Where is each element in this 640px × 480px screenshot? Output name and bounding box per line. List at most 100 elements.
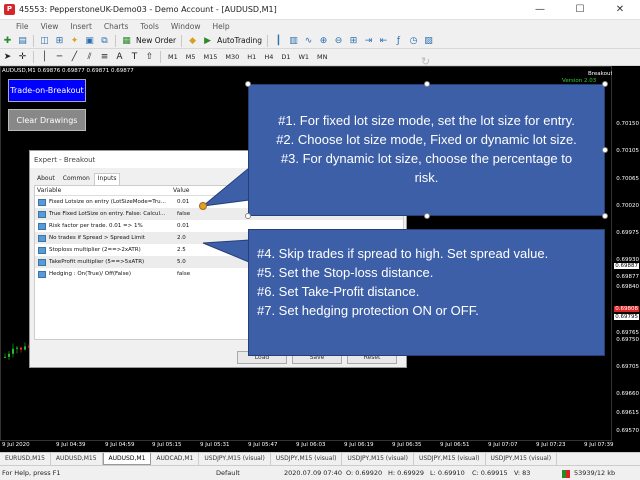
- timeframe-d1[interactable]: D1: [277, 53, 294, 61]
- chart-shift-icon[interactable]: ⇤: [377, 34, 390, 47]
- variable-value[interactable]: 2.5: [174, 247, 186, 253]
- periods-icon[interactable]: ◷: [407, 34, 420, 47]
- timeframe-h1[interactable]: H1: [243, 53, 260, 61]
- timeframe-m1[interactable]: M1: [164, 53, 182, 61]
- line-chart-icon[interactable]: ∿: [302, 34, 315, 47]
- chart-tab-active[interactable]: AUDUSD,M1: [102, 453, 152, 465]
- variable-value[interactable]: 5.0: [174, 259, 186, 265]
- chart-tab[interactable]: EURUSD,M15: [0, 453, 51, 465]
- metaeditor-icon[interactable]: ◆: [186, 34, 199, 47]
- menu-help[interactable]: Help: [206, 22, 235, 31]
- channel-icon[interactable]: ⫽: [83, 51, 96, 64]
- close-button[interactable]: ✕: [600, 0, 640, 20]
- timeframe-h4[interactable]: H4: [260, 53, 277, 61]
- chart-tab[interactable]: USDJPY,M15 (visual): [486, 453, 558, 465]
- timeframe-m30[interactable]: M30: [221, 53, 243, 61]
- status-profile: Default: [216, 469, 240, 477]
- indicators-icon[interactable]: ƒ: [392, 34, 405, 47]
- strategy-tester-icon[interactable]: ⧉: [98, 34, 111, 47]
- variable-value[interactable]: false: [174, 211, 190, 217]
- variable-value[interactable]: 2.0: [174, 235, 186, 241]
- price-axis[interactable]: 0.70150 0.70105 0.70065 0.70020 0.69975 …: [612, 66, 640, 441]
- market-watch-icon[interactable]: ◫: [38, 34, 51, 47]
- profiles-icon[interactable]: ▤: [16, 34, 29, 47]
- label-icon[interactable]: T: [128, 51, 141, 64]
- status-traffic: 53939/12 kb: [574, 469, 616, 477]
- chart-tab[interactable]: USDJPY,M15 (visual): [342, 453, 414, 465]
- status-volume: V: 83: [514, 469, 531, 477]
- text-icon[interactable]: A: [113, 51, 126, 64]
- chart-tabs: EURUSD,M15 AUDUSD,M15 AUDUSD,M1 AUDCAD,M…: [0, 452, 640, 465]
- resize-handle[interactable]: [424, 213, 430, 219]
- price-tick: 0.69750: [616, 337, 639, 343]
- callout-line: #3. For dynamic lot size, choose the per…: [280, 151, 573, 166]
- column-value[interactable]: Value: [171, 186, 191, 195]
- autotrading-button[interactable]: AutoTrading: [215, 36, 264, 45]
- menu-window[interactable]: Window: [165, 22, 207, 31]
- navigator-icon[interactable]: ✦: [68, 34, 81, 47]
- new-order-icon[interactable]: ▦: [120, 34, 133, 47]
- resize-handle[interactable]: [602, 81, 608, 87]
- resize-handle[interactable]: [245, 81, 251, 87]
- candle-body: [4, 356, 6, 358]
- trade-on-breakout-button[interactable]: Trade-on-Breakout: [8, 79, 86, 102]
- timeframe-w1[interactable]: W1: [294, 53, 313, 61]
- bar-chart-icon[interactable]: ┃: [272, 34, 285, 47]
- variable-value[interactable]: false: [174, 271, 190, 277]
- menu-file[interactable]: File: [2, 22, 35, 31]
- time-tick: 9 Jul 06:51: [440, 442, 470, 448]
- data-window-icon[interactable]: ⊞: [53, 34, 66, 47]
- chart-tab[interactable]: USDJPY,M15 (visual): [199, 453, 271, 465]
- resize-handle[interactable]: [602, 213, 608, 219]
- tab-about[interactable]: About: [33, 173, 59, 185]
- price-tick: 0.70105: [616, 148, 639, 154]
- autoscroll-icon[interactable]: ⇥: [362, 34, 375, 47]
- resize-handle[interactable]: [245, 213, 251, 219]
- vertical-line-icon[interactable]: │: [38, 51, 51, 64]
- instruction-callout-1: #1. For fixed lot size mode, set the lot…: [248, 84, 605, 216]
- menu-charts[interactable]: Charts: [98, 22, 135, 31]
- horizontal-line-icon[interactable]: ─: [53, 51, 66, 64]
- trendline-icon[interactable]: ╱: [68, 51, 81, 64]
- autotrading-icon[interactable]: ▶: [201, 34, 214, 47]
- time-tick: 9 Jul 07:39: [584, 442, 614, 448]
- arrows-icon[interactable]: ⇧: [143, 51, 156, 64]
- column-variable[interactable]: Variable: [35, 186, 171, 195]
- templates-icon[interactable]: ▨: [422, 34, 435, 47]
- timeframe-mn[interactable]: MN: [313, 53, 331, 61]
- maximize-button[interactable]: ☐: [560, 0, 600, 20]
- status-help: For Help, press F1: [2, 469, 61, 477]
- resize-handle[interactable]: [602, 147, 608, 153]
- parameter-icon: [38, 246, 46, 254]
- chart-tab[interactable]: AUDCAD,M1: [151, 453, 200, 465]
- time-axis[interactable]: 9 Jul 2020 9 Jul 04:39 9 Jul 04:59 9 Jul…: [0, 441, 640, 452]
- variable-value[interactable]: 0.01: [174, 199, 189, 205]
- chart-tab[interactable]: AUDUSD,M15: [51, 453, 103, 465]
- timeframe-m15[interactable]: M15: [200, 53, 222, 61]
- cursor-icon[interactable]: ➤: [1, 51, 14, 64]
- time-tick: 9 Jul 05:47: [248, 442, 278, 448]
- zoom-in-icon[interactable]: ⊕: [317, 34, 330, 47]
- tab-common[interactable]: Common: [59, 173, 94, 185]
- variable-value[interactable]: 0.01: [174, 223, 189, 229]
- tile-windows-icon[interactable]: ⊞: [347, 34, 360, 47]
- chart-tab[interactable]: USDJPY,M15 (visual): [414, 453, 486, 465]
- dialog-tabs: About Common Inputs: [33, 173, 121, 185]
- menu-insert[interactable]: Insert: [64, 22, 98, 31]
- menu-view[interactable]: View: [35, 22, 65, 31]
- candlestick-icon[interactable]: ▥: [287, 34, 300, 47]
- zoom-out-icon[interactable]: ⊖: [332, 34, 345, 47]
- new-order-button[interactable]: New Order: [134, 36, 178, 45]
- rotate-handle-icon[interactable]: ↻: [421, 55, 430, 68]
- crosshair-icon[interactable]: ✛: [16, 51, 29, 64]
- menu-tools[interactable]: Tools: [134, 22, 164, 31]
- clear-drawings-button[interactable]: Clear Drawings: [8, 109, 86, 131]
- tab-inputs[interactable]: Inputs: [93, 173, 121, 185]
- timeframe-m5[interactable]: M5: [182, 53, 200, 61]
- minimize-button[interactable]: —: [520, 0, 560, 20]
- resize-handle[interactable]: [424, 81, 430, 87]
- terminal-icon[interactable]: ▣: [83, 34, 96, 47]
- chart-tab[interactable]: USDJPY,M15 (visual): [271, 453, 343, 465]
- fibonacci-icon[interactable]: ≡: [98, 51, 111, 64]
- new-chart-icon[interactable]: ✚: [1, 34, 14, 47]
